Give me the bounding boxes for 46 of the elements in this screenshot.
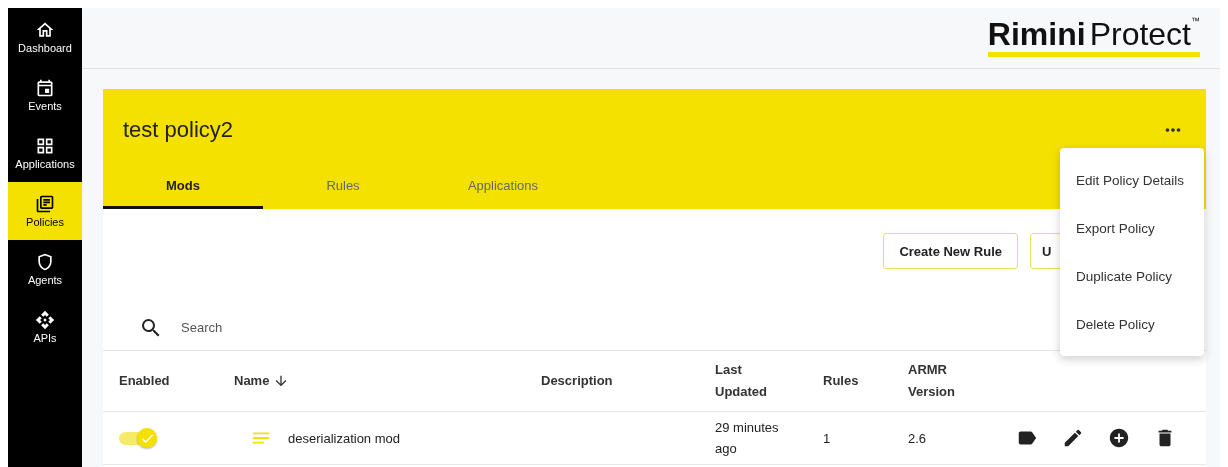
nav-label: Agents	[27, 274, 63, 286]
table-cell-text: 1	[823, 429, 832, 448]
table-cell-text: deserialization mod	[288, 429, 400, 448]
trademark: ™	[1191, 16, 1200, 26]
column-header-text: Description	[541, 372, 613, 390]
nav-label: Policies	[26, 216, 64, 228]
column-header[interactable]: Enabled	[119, 370, 234, 392]
column-header-text: Name	[234, 372, 270, 390]
column-header-text: Rules	[823, 372, 859, 390]
menu-item[interactable]: Export Policy	[1060, 204, 1204, 252]
nav-label: Events	[28, 100, 62, 112]
documents-icon	[35, 194, 55, 214]
column-header[interactable]: ARMR Version	[908, 359, 1016, 403]
nav-label: Applications	[15, 158, 75, 170]
menu-item[interactable]: Delete Policy	[1060, 300, 1204, 348]
diamond-arrows-icon	[35, 310, 55, 330]
calendar-icon	[35, 78, 55, 98]
menu-item[interactable]: Duplicate Policy	[1060, 252, 1204, 300]
table-cell-text: 29 minutes ago	[715, 419, 780, 458]
nav-label: Dashboard	[18, 42, 72, 54]
shield-icon	[35, 252, 55, 272]
toggle-switch[interactable]	[119, 427, 157, 449]
logo-text: Protect	[1089, 16, 1191, 53]
column-header-text: Enabled	[119, 372, 170, 390]
logo-text: Rimini	[987, 16, 1086, 53]
action-button[interactable]: Create New Rule	[883, 233, 1018, 269]
tab[interactable]: Rules	[263, 165, 423, 209]
nav-item[interactable]: Policies	[8, 182, 82, 240]
tab[interactable]: Mods	[103, 165, 263, 209]
menu-item[interactable]: Edit Policy Details	[1060, 156, 1204, 204]
pencil-icon[interactable]	[1062, 427, 1084, 449]
column-header[interactable]: Description	[541, 370, 715, 392]
column-header[interactable]: Name	[234, 370, 541, 392]
policy-title: test policy2	[123, 117, 234, 143]
search-field[interactable]: Search	[179, 319, 483, 336]
column-header-text: Last Updated	[715, 361, 768, 401]
tab[interactable]: Applications	[423, 165, 583, 209]
column-header[interactable]: Rules	[823, 370, 908, 392]
home-icon	[35, 20, 55, 40]
nav-label: APIs	[33, 332, 57, 344]
column-header[interactable]: Last Updated	[715, 359, 823, 403]
add-icon[interactable]	[1108, 427, 1130, 449]
column-header-text: ARMR Version	[908, 361, 956, 401]
grid-icon	[35, 136, 55, 156]
table-row[interactable]: deserialization mod 29 minutes ago 1 2.6	[103, 412, 1206, 465]
table-cell-text: 2.6	[908, 429, 928, 448]
